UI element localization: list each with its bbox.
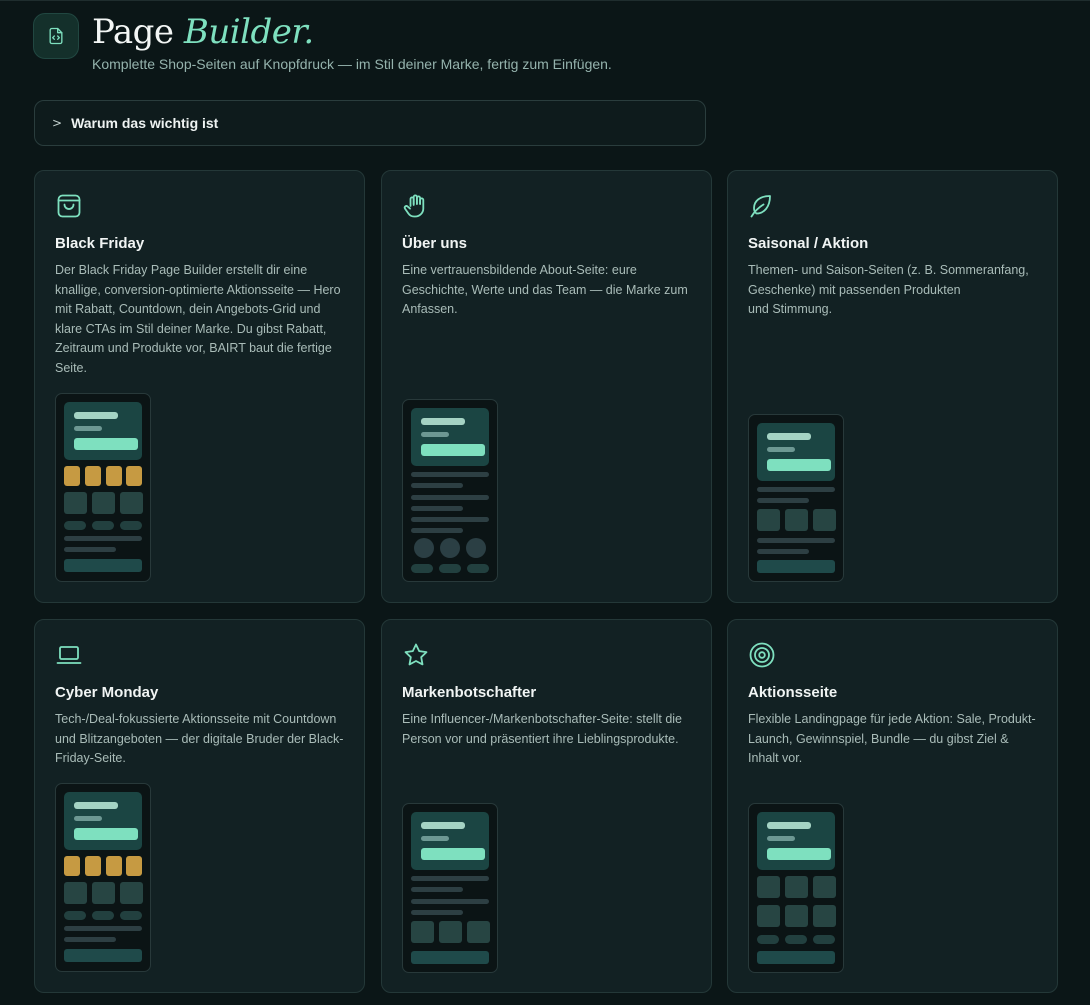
card-description: Eine vertrauensbildende About-Seite: eur… xyxy=(402,263,688,316)
page-preview-mockup xyxy=(748,803,844,973)
why-it-matters-label: Warum das wichtig ist xyxy=(71,115,219,131)
why-it-matters-toggle[interactable]: > Warum das wichtig ist xyxy=(34,100,706,146)
card-seasonal[interactable]: Saisonal / Aktion Themen- und Saison-Sei… xyxy=(727,170,1058,603)
card-description: Der Black Friday Page Builder erstellt d… xyxy=(55,263,341,375)
card-title: Markenbotschafter xyxy=(402,684,537,701)
title-main: Page xyxy=(92,12,174,52)
shopping-bag-icon xyxy=(57,194,81,218)
page-preview-mockup xyxy=(55,393,151,582)
page-title: Page Builder. xyxy=(92,13,612,51)
title-accent: Builder. xyxy=(183,12,314,52)
page-header: Page Builder. Komplette Shop-Seiten auf … xyxy=(33,13,612,72)
card-campaign-page[interactable]: Aktionsseite Flexible Landingpage für je… xyxy=(727,619,1058,993)
code-file-icon xyxy=(33,13,79,59)
laptop-icon xyxy=(56,646,82,664)
chevron-right-icon: > xyxy=(52,116,63,130)
page-preview-mockup xyxy=(402,399,498,582)
card-title: Cyber Monday xyxy=(55,684,159,701)
card-about-us[interactable]: Über uns Eine vertrauensbildende About-S… xyxy=(381,170,712,603)
card-brand-ambassador[interactable]: Markenbotschafter Eine Influencer-/Marke… xyxy=(381,619,712,993)
hand-icon xyxy=(403,194,425,218)
page-preview-mockup xyxy=(748,414,844,582)
leaf-icon xyxy=(750,195,771,218)
page-preview-mockup xyxy=(402,803,498,973)
star-icon xyxy=(404,643,428,666)
card-description: Tech-/Deal-fokussierte Aktionsseite mit … xyxy=(55,712,344,765)
card-title: Black Friday xyxy=(55,235,145,252)
card-description: Eine Influencer-/Markenbotschafter-Seite… xyxy=(402,712,682,746)
top-border xyxy=(0,0,1090,1)
card-title: Saisonal / Aktion xyxy=(748,235,869,252)
target-icon xyxy=(749,642,775,668)
card-description: Flexible Landingpage für jede Aktion: Sa… xyxy=(748,712,1036,765)
card-cyber-monday[interactable]: Cyber Monday Tech-/Deal-fokussierte Akti… xyxy=(34,619,365,993)
page-subtitle: Komplette Shop-Seiten auf Knopfdruck — i… xyxy=(92,56,612,72)
card-black-friday[interactable]: Black Friday Der Black Friday Page Build… xyxy=(34,170,365,603)
page-preview-mockup xyxy=(55,783,151,972)
card-title: Aktionsseite xyxy=(748,684,838,701)
card-title: Über uns xyxy=(402,235,468,252)
card-description: Themen- und Saison-Seiten (z. B. Sommera… xyxy=(748,263,1029,316)
